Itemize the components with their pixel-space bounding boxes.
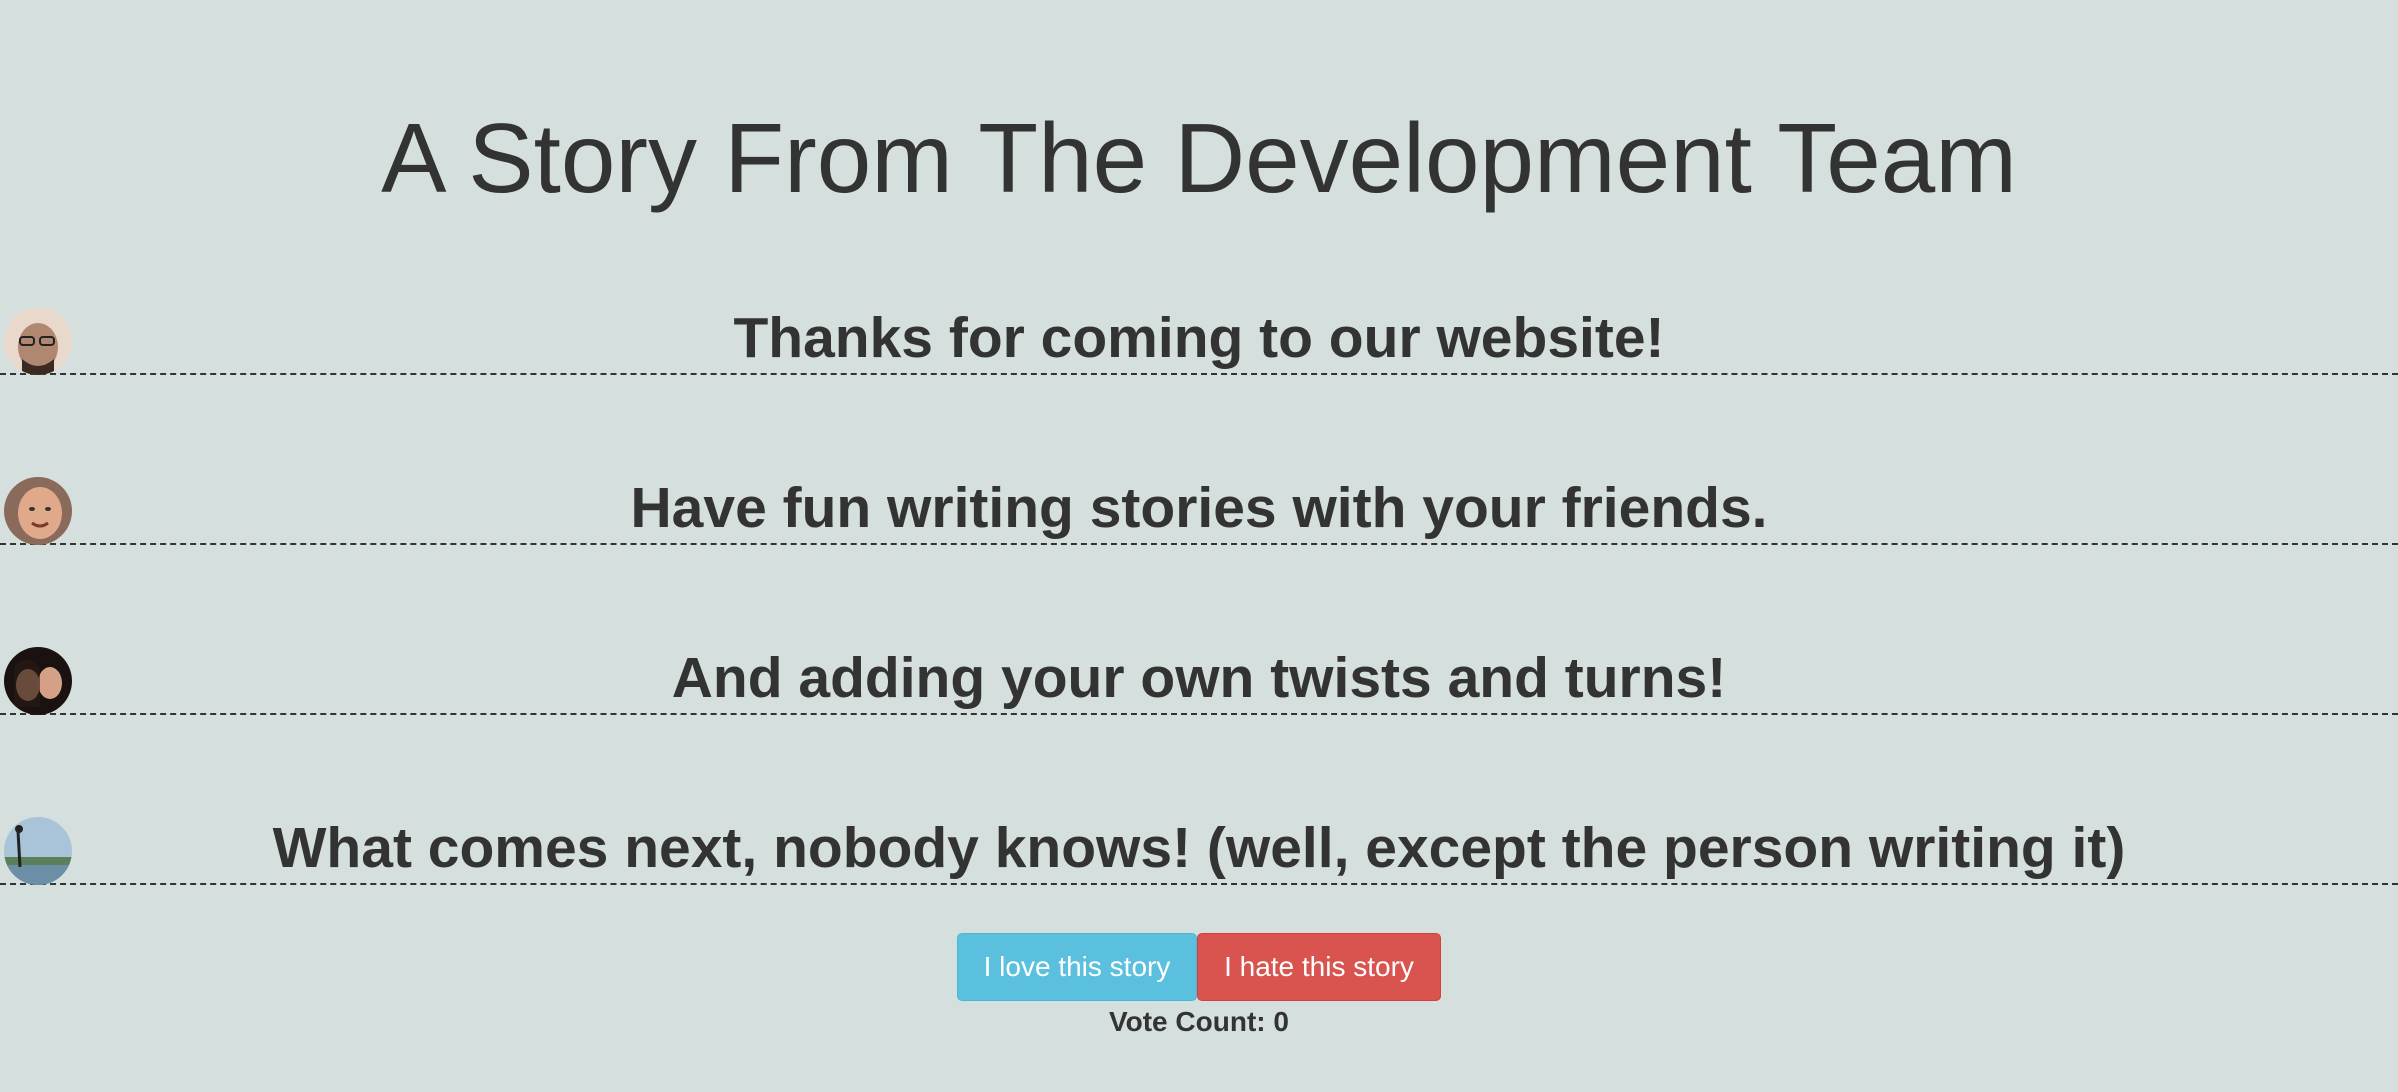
story-line-text: And adding your own twists and turns! [671,646,1727,710]
page-title: A Story From The Development Team [381,103,2017,213]
story-line-3: And adding your own twists and turns! [0,643,2398,715]
love-story-button[interactable]: I love this story [957,933,1197,1001]
story-line-2: Have fun writing stories with your frien… [0,473,2398,545]
story-line-text: What comes next, nobody knows! (well, ex… [272,816,2126,880]
story-page: A Story From The Development Team Thanks… [0,0,2398,1092]
vote-count: Vote Count: 0 [1109,1006,1289,1037]
story-line-4: What comes next, nobody knows! (well, ex… [0,813,2398,885]
story-line-text: Thanks for coming to our website! [733,306,1665,370]
story-line-text: Have fun writing stories with your frien… [630,476,1768,540]
hate-story-button[interactable]: I hate this story [1197,933,1441,1001]
vote-buttons: I love this story I hate this story [0,933,2398,1001]
story-line-1: Thanks for coming to our website! [0,303,2398,375]
